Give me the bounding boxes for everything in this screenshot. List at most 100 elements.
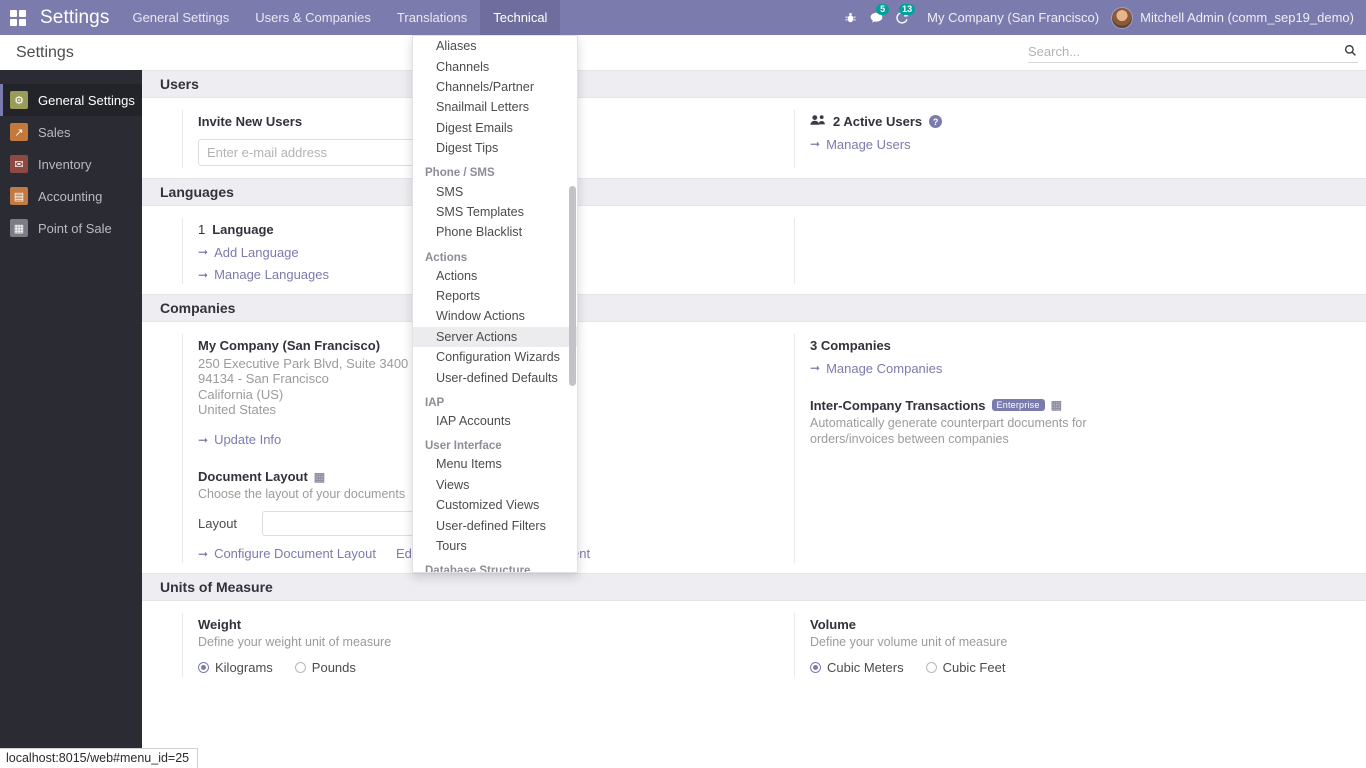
intercompany-desc: Automatically generate counterpart docum… — [810, 415, 1087, 446]
menu-item-snailmail-letters[interactable]: Snailmail Letters — [413, 97, 577, 117]
top-navigation-bar: Settings General Settings Users & Compani… — [0, 0, 1366, 35]
menu-item-iap-accounts[interactable]: IAP Accounts — [413, 411, 577, 431]
avatar — [1111, 6, 1134, 29]
enterprise-badge: Enterprise — [991, 399, 1045, 411]
settings-content: Users Invite New Users 2 Active Users ? … — [142, 70, 1366, 768]
radio-kilograms[interactable]: Kilograms — [198, 660, 273, 675]
menu-item-channels[interactable]: Channels — [413, 56, 577, 76]
menu-item-digest-tips[interactable]: Digest Tips — [413, 138, 577, 158]
building-icon: ▦ — [313, 469, 326, 484]
volume-title: Volume — [810, 617, 856, 632]
intercompany-title: Inter-Company Transactions — [810, 397, 986, 413]
sidebar-item-label: Inventory — [38, 156, 92, 172]
arrow-right-icon: ➞ — [810, 361, 821, 375]
menu-item-channels-partner[interactable]: Channels/Partner — [413, 77, 577, 97]
menu-item-user-defined-filters[interactable]: User-defined Filters — [413, 515, 577, 535]
search-input[interactable] — [1028, 44, 1342, 59]
add-language-label: Add Language — [214, 244, 299, 260]
arrow-right-icon: ➞ — [198, 432, 209, 447]
menu-item-tours[interactable]: Tours — [413, 536, 577, 556]
radio-label: Pounds — [311, 660, 356, 675]
menu-users-companies[interactable]: Users & Companies — [242, 0, 384, 35]
menu-item-phone-blacklist[interactable]: Phone Blacklist — [413, 222, 577, 242]
status-bar-url: localhost:8015/web#menu_id=25 — [0, 748, 199, 768]
section-heading-uom: Units of Measure — [142, 573, 1366, 601]
update-info-link[interactable]: ➞ Update Info — [198, 432, 281, 447]
add-language-link[interactable]: ➞ Add Language — [198, 245, 299, 260]
menu-translations[interactable]: Translations — [384, 0, 480, 35]
active-users-count: 2 Active Users — [833, 114, 923, 129]
layout-select[interactable] — [262, 511, 425, 536]
manage-companies-link[interactable]: ➞ Manage Companies — [810, 361, 942, 376]
sidebar-item-point-of-sale[interactable]: ▦ Point of Sale — [0, 212, 142, 244]
configure-document-layout-link[interactable]: ➞ Configure Document Layout — [198, 546, 376, 561]
manage-languages-link[interactable]: ➞ Manage Languages — [198, 267, 329, 282]
manage-companies-label: Manage Companies — [826, 360, 943, 376]
languages-right-placeholder — [754, 218, 1366, 284]
messages-icon[interactable]: 5 — [863, 0, 890, 35]
invoice-icon: ▤ — [10, 187, 28, 205]
menu-section-user-interface: User Interface — [425, 440, 502, 453]
sidebar-item-accounting[interactable]: ▤ Accounting — [0, 180, 142, 212]
weight-radio-group: Kilograms Pounds — [198, 660, 754, 675]
activity-clock-icon[interactable]: 13 — [889, 0, 916, 35]
sidebar-item-label: General Settings — [38, 92, 135, 108]
configure-document-layout-label: Configure Document Layout — [214, 546, 376, 561]
sidebar-item-general-settings[interactable]: ⚙ General Settings — [0, 84, 142, 116]
dropdown-scrollbar[interactable] — [569, 186, 576, 386]
menu-item-configuration-wizards[interactable]: Configuration Wizards — [413, 347, 577, 367]
sidebar-item-label: Accounting — [38, 188, 103, 204]
weight-title: Weight — [198, 617, 242, 632]
menu-item-views[interactable]: Views — [413, 475, 577, 495]
menu-item-sms[interactable]: SMS — [413, 181, 577, 201]
gear-icon: ⚙ — [10, 91, 28, 109]
menu-item-aliases[interactable]: Aliases — [413, 36, 577, 56]
section-uom: Weight Define your weight unit of measur… — [142, 601, 1366, 687]
weight-desc: Define your weight unit of measure — [198, 635, 392, 649]
help-icon[interactable]: ? — [929, 115, 943, 128]
menu-technical[interactable]: Technical — [480, 0, 561, 35]
search-icon[interactable] — [1342, 44, 1358, 60]
menu-item-customized-views[interactable]: Customized Views — [413, 495, 577, 515]
menu-section-actions: Actions — [425, 251, 468, 264]
menu-item-digest-emails[interactable]: Digest Emails — [413, 118, 577, 138]
invite-email-input[interactable] — [198, 139, 448, 166]
menu-section-iap: IAP — [425, 396, 445, 409]
messages-count-badge: 5 — [876, 4, 890, 15]
radio-dot — [810, 662, 821, 673]
company-switcher[interactable]: My Company (San Francisco) — [915, 10, 1111, 25]
building-icon: ▦ — [1050, 398, 1062, 412]
search-box[interactable] — [1028, 41, 1358, 63]
companies-count: 3 Companies — [810, 338, 891, 353]
volume-desc: Define your volume unit of measure — [810, 635, 1008, 649]
companies-count-block: 3 Companies ➞ Manage Companies Inter-Comp… — [754, 334, 1366, 563]
section-users: Invite New Users 2 Active Users ? ➞Manag… — [142, 98, 1366, 178]
menu-item-user-defined-defaults[interactable]: User-defined Defaults — [413, 367, 577, 387]
language-count-label: Language — [212, 222, 274, 237]
bug-icon[interactable] — [837, 0, 863, 35]
manage-users-link[interactable]: ➞ Manage Users — [810, 137, 911, 152]
menu-item-menu-items[interactable]: Menu Items — [413, 454, 577, 474]
users-icon — [810, 114, 826, 129]
top-right-tools: 5 13 My Company (San Francisco) Mitchell… — [837, 0, 1366, 35]
menu-item-server-actions[interactable]: Server Actions — [413, 326, 577, 348]
section-companies: My Company (San Francisco) 250 Executive… — [142, 322, 1366, 573]
radio-cubic-meters[interactable]: Cubic Meters — [810, 660, 904, 675]
manage-languages-label: Manage Languages — [214, 267, 329, 282]
sidebar-item-sales[interactable]: ↗ Sales — [0, 116, 142, 148]
menu-general-settings[interactable]: General Settings — [119, 0, 242, 35]
menu-item-sms-templates[interactable]: SMS Templates — [413, 202, 577, 222]
radio-pounds[interactable]: Pounds — [294, 660, 356, 675]
app-brand-title[interactable]: Settings — [36, 7, 119, 29]
menu-item-reports[interactable]: Reports — [413, 286, 577, 306]
intercompany-block: Inter-Company Transactions Enterprise ▦ … — [810, 398, 1366, 447]
user-menu[interactable]: Mitchell Admin (comm_sep19_demo) — [1111, 6, 1358, 29]
radio-cubic-feet[interactable]: Cubic Feet — [925, 660, 1005, 675]
menu-item-window-actions[interactable]: Window Actions — [413, 306, 577, 326]
menu-item-actions[interactable]: Actions — [413, 266, 577, 286]
apps-grid-icon[interactable] — [0, 0, 36, 35]
technical-dropdown-menu: Aliases Channels Channels/Partner Snailmail… — [412, 35, 578, 573]
layout-label: Layout — [198, 516, 238, 531]
sidebar-item-inventory[interactable]: ✉ Inventory — [0, 148, 142, 180]
section-heading-companies: Companies — [142, 294, 1366, 322]
